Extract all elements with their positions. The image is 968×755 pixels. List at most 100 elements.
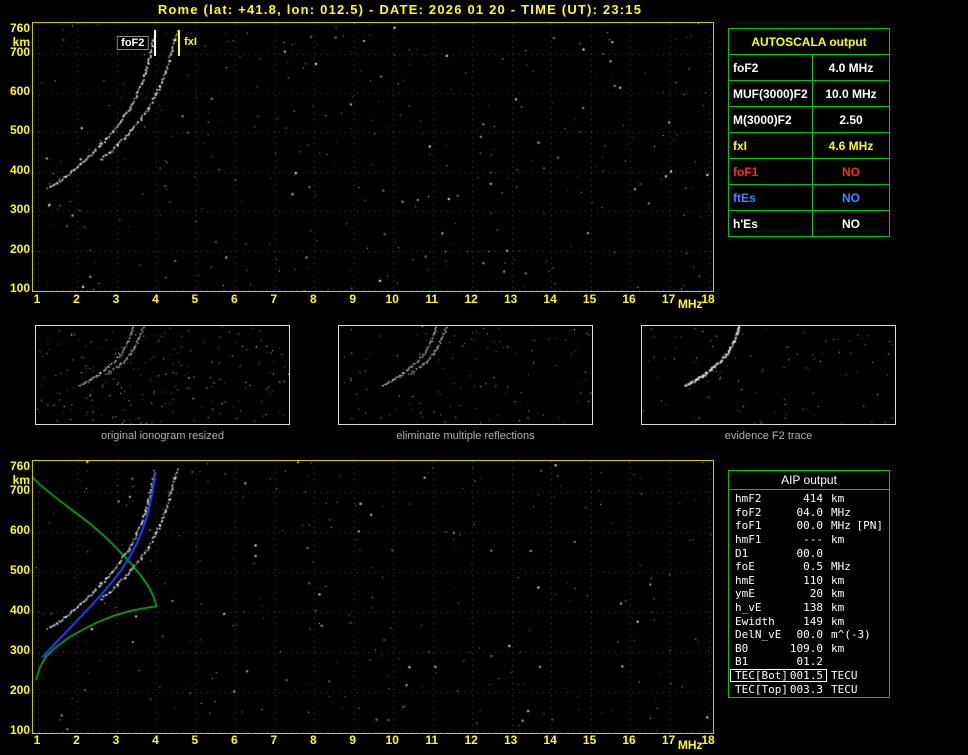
aip-table-body: hmF2 414 km foF2 04.0 MHz foF1 00.0 MHz [PN] hmF1 -… <box>729 490 889 696</box>
aip-param-unit: km <box>831 587 845 601</box>
autoscala-row-label: fxI <box>729 133 813 158</box>
autoscala-row-MUF(3000)F2: MUF(3000)F2 10.0 MHz <box>729 80 889 106</box>
autoscala-panel-title: AUTOSCALA output <box>751 34 867 49</box>
aip-row-hmF2: hmF2 414 km <box>729 492 889 506</box>
main-ionogram-plot <box>32 22 714 292</box>
autoscala-row-h'Es: h'Es NO <box>729 210 889 236</box>
x-tick-label: 6 <box>231 733 238 747</box>
x-axis-unit: MHz <box>677 297 703 311</box>
x-tick-label: 7 <box>270 733 278 747</box>
thumb-eliminate-reflections <box>338 325 593 425</box>
aip-param-name: hmE <box>735 573 755 587</box>
y-tick-label: 760 <box>9 21 30 35</box>
aip-row-foF2: foF2 04.0 MHz <box>729 506 889 520</box>
x-tick-label: 10 <box>385 292 399 306</box>
y-axis-unit: km <box>12 35 30 49</box>
aip-row-Ewidth: Ewidth 149 km <box>729 614 889 628</box>
aip-row-ymE: ymE 20 km <box>729 587 889 601</box>
x-tick-label: 17 <box>661 733 676 747</box>
aip-param-name: Ewidth <box>735 614 775 628</box>
x-tick-label: 14 <box>543 733 557 747</box>
y-tick-label: 300 <box>9 202 30 217</box>
autoscala-row-label: foF2 <box>729 55 813 80</box>
autoscala-row-label: MUF(3000)F2 <box>729 81 813 106</box>
aip-param-value: 00.0 <box>796 628 824 642</box>
aip-param-name: foF2 <box>735 505 762 519</box>
x-tick-label: 8 <box>309 733 317 747</box>
aip-param-name: h_vE <box>735 601 762 615</box>
aip-param-unit: km <box>831 533 845 547</box>
aip-param-unit: km <box>831 601 845 615</box>
y-tick-label: 400 <box>9 603 30 617</box>
autoscala-row-value: 10.0 MHz <box>825 86 877 101</box>
autoscala-row-ftEs: ftEs NO <box>729 184 889 210</box>
y-tick-label: 400 <box>9 162 30 177</box>
header-title: Rome (lat: +41.8, lon: 012.5) - DATE: 20… <box>157 2 643 17</box>
aip-param-name: hmF2 <box>735 492 762 506</box>
autoscala-row-label: ftEs <box>729 185 813 210</box>
aip-param-name: hmF1 <box>735 533 762 547</box>
y-tick-label: 760 <box>9 459 30 473</box>
aip-param-unit: km <box>831 641 845 655</box>
y-tick-label: 200 <box>9 241 30 256</box>
aip-param-value: 149 <box>803 614 823 628</box>
aip-param-unit: MHz <box>831 560 851 574</box>
x-tick-label: 3 <box>112 733 120 747</box>
x-axis-unit: MHz <box>677 738 703 752</box>
x-tick-label: 11 <box>425 733 439 747</box>
thumb-original-ionogram-canvas <box>36 326 289 424</box>
aip-param-value: 00.0 <box>796 546 824 560</box>
aip-param-name: B0 <box>735 641 749 655</box>
x-tick-label: 16 <box>622 292 636 306</box>
x-tick-label: 4 <box>152 292 159 306</box>
aip-row-hmE: hmE 110 km <box>729 574 889 588</box>
aip-row-TEC[Bot]: TEC[Bot] 001.5 TECU <box>729 668 889 683</box>
aip-row-hmF1: hmF1 --- km <box>729 533 889 547</box>
y-tick-label: 500 <box>9 563 30 577</box>
thumb-caption-evidence: evidence F2 trace <box>724 430 813 442</box>
aip-row-foE: foE 0.5 MHz <box>729 560 889 574</box>
aip-panel-title: AIP output <box>729 471 889 490</box>
x-tick-label: 1 <box>33 733 41 747</box>
autoscala-row-M(3000)F2: M(3000)F2 2.50 <box>729 106 889 132</box>
aip-param-unit: TECU <box>831 669 858 683</box>
y-axis-unit: km <box>12 473 30 487</box>
x-tick-label: 5 <box>191 292 199 306</box>
autoscala-row-value: NO <box>842 164 860 179</box>
x-tick-label: 7 <box>270 292 278 306</box>
aip-row-B0: B0 109.0 km <box>729 642 889 656</box>
x-tick-label: 5 <box>191 733 199 747</box>
y-tick-label: 600 <box>9 523 30 537</box>
aip-param-name: ymE <box>735 587 755 601</box>
y-tick-label: 300 <box>9 643 30 657</box>
aip-param-value: 109.0 <box>789 641 823 655</box>
aip-row-DelN_vE: DelN_vE 00.0 m^(-3) <box>729 628 889 642</box>
aip-row-B1: B1 01.2 <box>729 655 889 669</box>
x-tick-label: 4 <box>152 733 159 747</box>
x-tick-label: 12 <box>464 292 478 306</box>
autoscala-row-value: NO <box>842 216 860 231</box>
aip-param-unit: m^(-3) <box>831 628 871 642</box>
aip-param-name: DelN_vE <box>735 628 782 642</box>
y-tick-label: 100 <box>9 723 30 737</box>
y-tick-label: 700 <box>9 483 30 497</box>
x-tick-label: 6 <box>231 292 238 306</box>
aip-row-TEC[Top]: TEC[Top] 003.3 TECU <box>729 682 889 696</box>
x-tick-label: 16 <box>622 733 636 747</box>
aip-param-name: TEC[Top] <box>735 682 788 696</box>
aip-row-h_vE: h_vE 138 km <box>729 601 889 615</box>
thumb-caption-eliminate: eliminate multiple reflections <box>396 430 535 442</box>
aip-param-value: 138 <box>803 601 823 615</box>
x-tick-label: 18 <box>701 733 715 747</box>
autoscala-row-value: 2.50 <box>839 112 863 127</box>
y-tick-label: 100 <box>9 281 30 295</box>
autoscala-row-fxI: fxI 4.6 MHz <box>729 132 889 158</box>
x-tick-label: 9 <box>349 292 357 306</box>
x-tick-label: 11 <box>425 292 439 306</box>
main-ionogram-canvas <box>33 23 713 291</box>
autoscala-output-panel: AUTOSCALA output foF2 4.0 MHz MUF(3000)F2 1… <box>728 28 890 237</box>
x-tick-label: 8 <box>309 292 317 306</box>
tec-bot-highlight-box <box>730 668 827 682</box>
y-tick-label: 600 <box>9 84 30 99</box>
x-tick-label: 18 <box>701 292 715 306</box>
